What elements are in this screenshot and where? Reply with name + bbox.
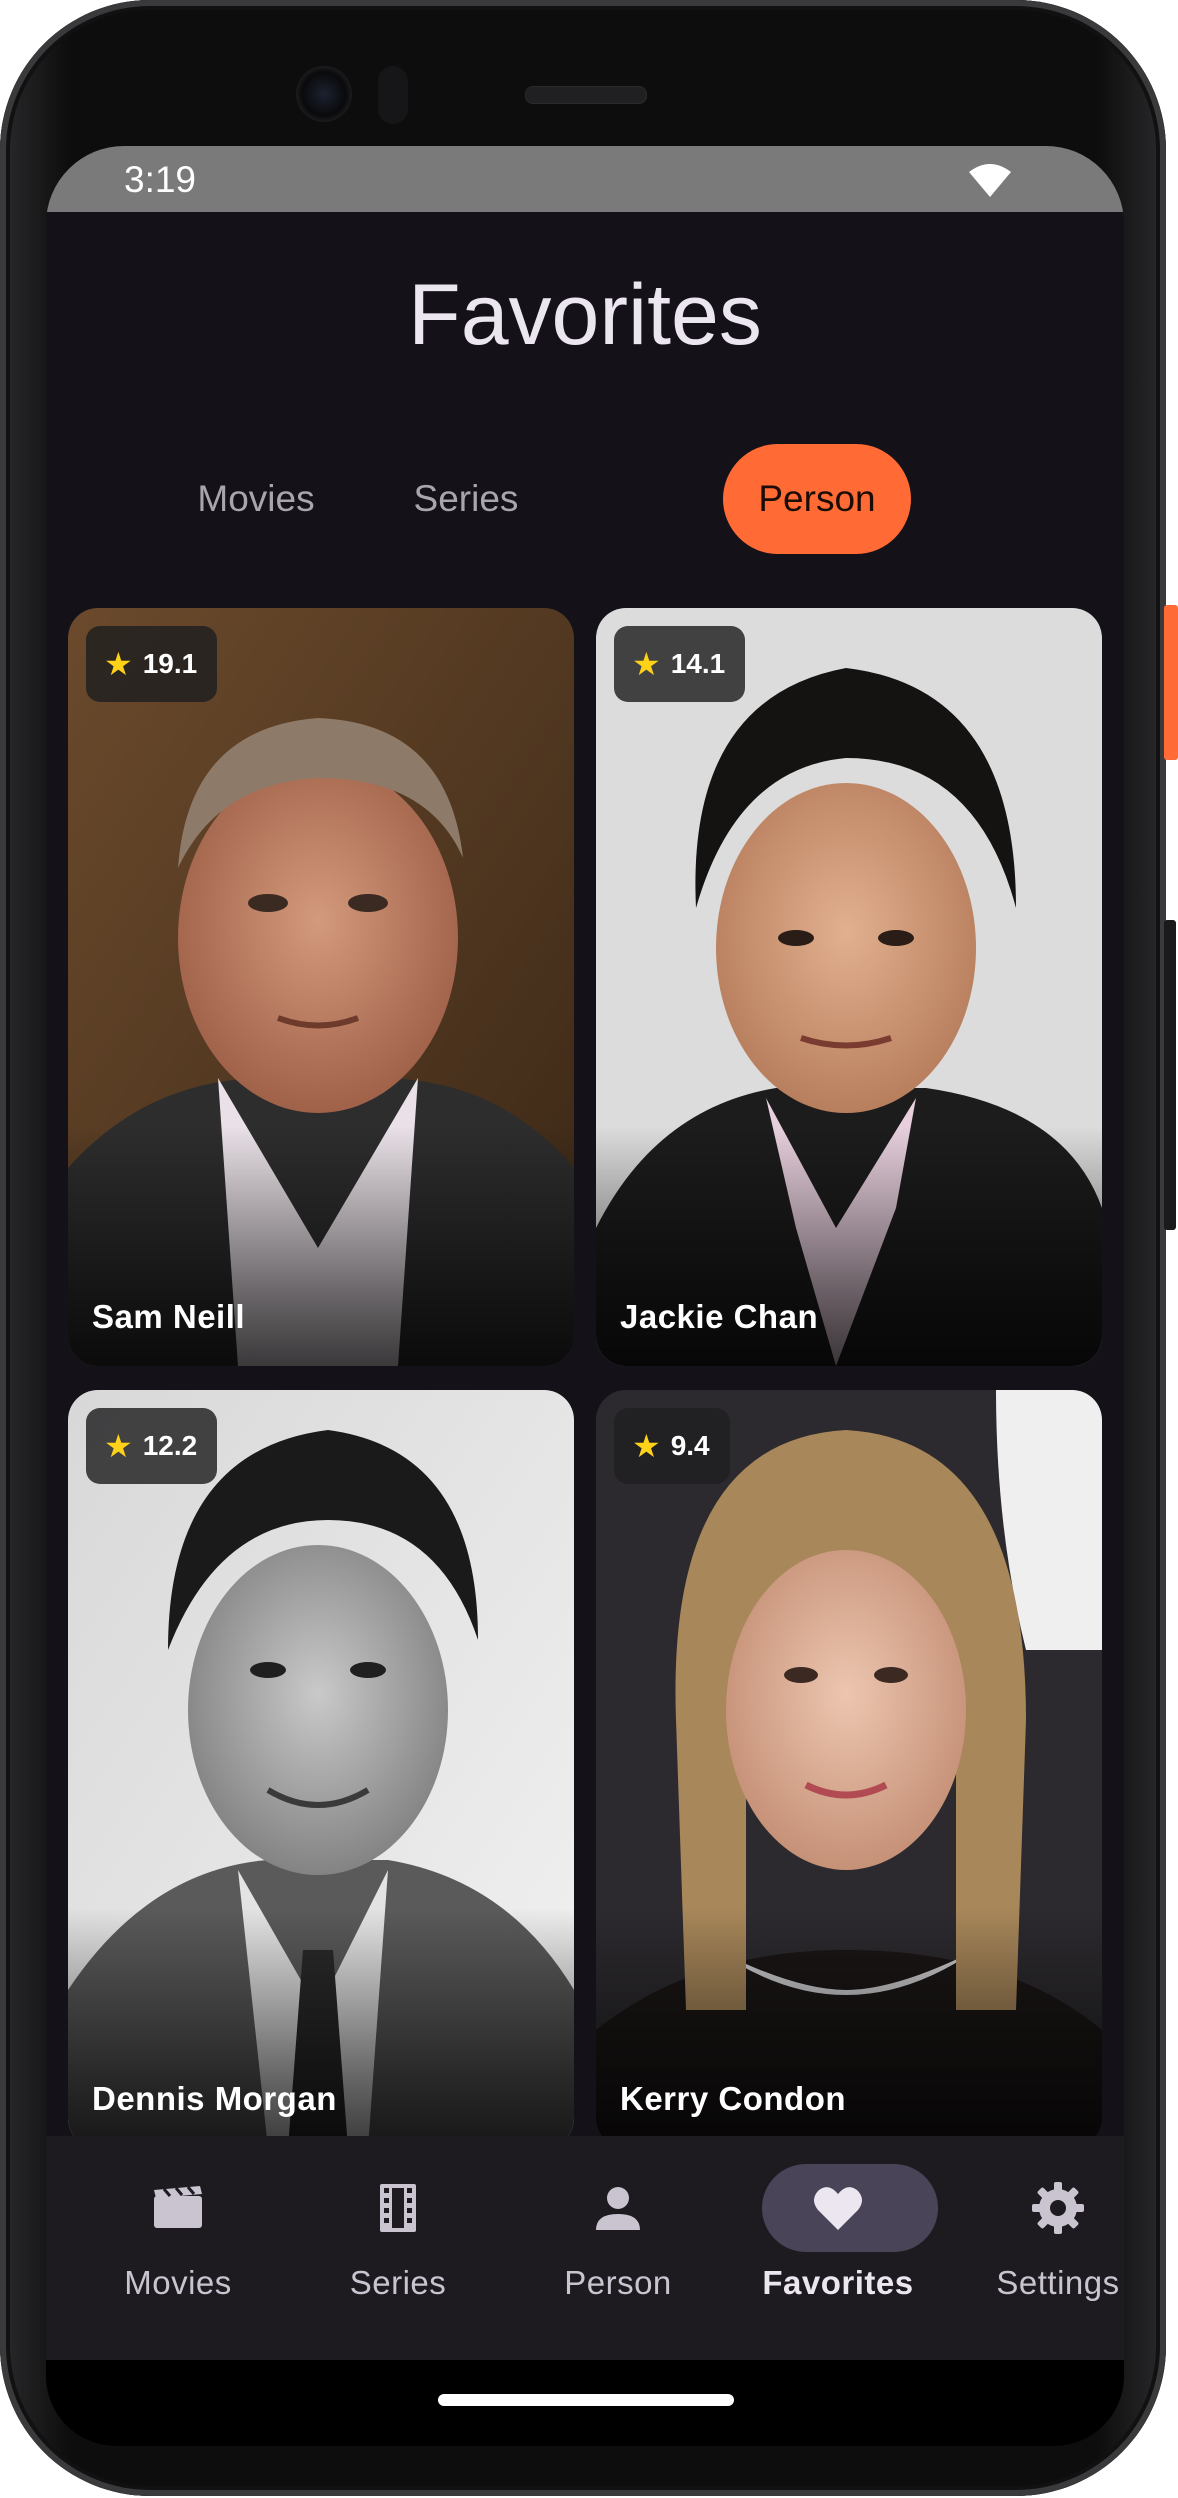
rating-value: 19.1	[142, 648, 198, 679]
nav-item-settings[interactable]: Settings	[958, 2136, 1124, 2360]
person-name: Kerry Condon	[620, 2080, 847, 2117]
status-bar: 3:19	[46, 146, 1124, 212]
person-icon	[596, 2187, 640, 2230]
filter-chip-group: Movies Series Person	[46, 444, 1124, 554]
star-icon: ★	[632, 1428, 661, 1464]
person-card[interactable]: ★ 9.4 Kerry Condon	[596, 1390, 1102, 2148]
proximity-sensor	[378, 66, 408, 124]
home-indicator[interactable]	[438, 2394, 734, 2406]
bottom-navigation: Movies Series Person Favorites Settings	[46, 2136, 1124, 2360]
movie-clapper-icon	[154, 2186, 202, 2228]
power-button	[1164, 605, 1178, 760]
rating-badge: ★ 19.1	[86, 626, 218, 702]
person-name: Dennis Morgan	[92, 2080, 337, 2117]
person-name: Sam Neill	[92, 1298, 246, 1335]
rating-badge: ★ 14.1	[614, 626, 746, 702]
nav-item-person[interactable]: Person	[518, 2136, 718, 2360]
rating-value: 12.2	[142, 1430, 198, 1461]
star-icon: ★	[104, 646, 133, 682]
volume-button	[1164, 920, 1176, 1230]
nav-item-series[interactable]: Series	[298, 2136, 498, 2360]
person-card[interactable]: ★ 12.2 Dennis Morgan	[68, 1390, 574, 2148]
nav-label: Settings	[996, 2264, 1120, 2301]
star-icon: ★	[104, 1428, 133, 1464]
wifi-icon	[969, 164, 1011, 197]
rating-badge: ★ 9.4	[614, 1408, 730, 1484]
gear-icon	[1032, 2182, 1084, 2234]
person-card[interactable]: ★ 14.1 Jackie Chan	[596, 608, 1102, 1366]
chip-person[interactable]: Person	[723, 444, 911, 554]
rating-value: 9.4	[670, 1430, 710, 1461]
page-title: Favorites	[408, 267, 762, 363]
rating-value: 14.1	[670, 648, 726, 679]
nav-item-movies[interactable]: Movies	[78, 2136, 278, 2360]
star-icon: ★	[632, 646, 661, 682]
app-screen: 3:19 Favorites Movies Series Person ★ 19…	[46, 146, 1124, 2360]
chip-series[interactable]: Series	[366, 444, 566, 554]
gesture-bar-area	[46, 2360, 1124, 2446]
person-name: Jackie Chan	[620, 1298, 819, 1335]
front-camera	[296, 66, 352, 122]
nav-item-favorites[interactable]: Favorites	[738, 2136, 938, 2360]
earpiece-speaker	[525, 86, 647, 104]
film-strip-icon	[380, 2184, 416, 2232]
status-time: 3:19	[124, 159, 197, 200]
person-card[interactable]: ★ 19.1 Sam Neill	[68, 608, 574, 1366]
rating-badge: ★ 12.2	[86, 1408, 218, 1484]
heart-icon	[814, 2187, 862, 2230]
chip-movies[interactable]: Movies	[156, 444, 356, 554]
